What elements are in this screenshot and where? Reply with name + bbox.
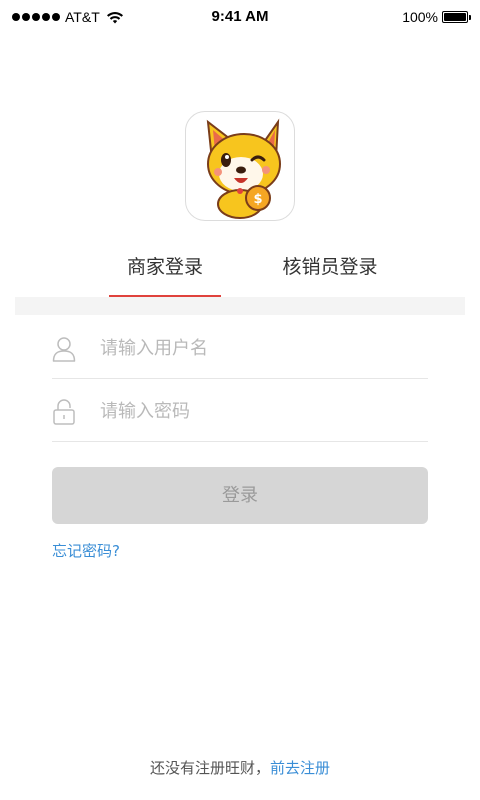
app-logo: $ (185, 111, 295, 221)
password-input[interactable] (100, 394, 420, 428)
register-prompt-text: 还没有注册旺财， (149, 759, 270, 777)
username-field-row (52, 317, 428, 379)
fox-mascot-coin-logo: $ (206, 118, 281, 219)
battery-info: 100% (402, 9, 471, 25)
password-field-row (52, 380, 428, 442)
tab-merchant-login[interactable]: 商家登录 (109, 245, 221, 297)
login-type-tabs: 商家登录 核销员登录 (15, 245, 465, 297)
tab-verifier-login[interactable]: 核销员登录 (245, 245, 415, 297)
section-divider (15, 297, 465, 315)
battery-percent: 100% (402, 9, 438, 25)
forgot-password-link[interactable]: 忘记密码? (52, 540, 120, 561)
lock-icon (53, 399, 75, 425)
register-prompt: 还没有注册旺财，前去注册 (0, 757, 480, 778)
user-icon (52, 337, 76, 362)
svg-text:$: $ (253, 192, 262, 207)
register-link[interactable]: 前去注册 (270, 759, 330, 777)
battery-icon (442, 11, 471, 23)
username-input[interactable] (100, 331, 420, 365)
status-bar: AT&T 9:41 AM 100% (0, 0, 480, 34)
login-button[interactable]: 登录 (52, 467, 428, 524)
